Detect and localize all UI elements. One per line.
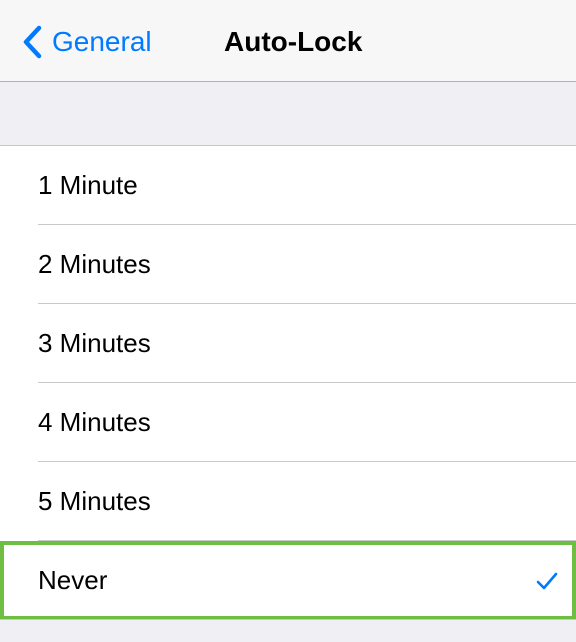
back-button-label: General [52, 26, 152, 57]
auto-lock-options-list: 1 Minute 2 Minutes 3 Minutes 4 Minutes 5… [0, 146, 576, 620]
page-title: Auto-Lock [224, 26, 363, 57]
option-label: 4 Minutes [38, 407, 151, 437]
option-label: Never [38, 565, 108, 595]
option-label: 1 Minute [38, 170, 138, 200]
option-4-minutes[interactable]: 4 Minutes [0, 383, 576, 462]
option-never[interactable]: Never [0, 541, 576, 620]
checkmark-icon [536, 572, 558, 589]
option-5-minutes[interactable]: 5 Minutes [0, 462, 576, 541]
back-button[interactable]: General [22, 22, 152, 62]
navigation-bar: General Auto-Lock [0, 0, 576, 82]
option-label: 3 Minutes [38, 328, 151, 358]
bottom-spacer [0, 620, 576, 642]
option-1-minute[interactable]: 1 Minute [0, 146, 576, 225]
section-spacer [0, 82, 576, 146]
option-label: 5 Minutes [38, 486, 151, 516]
option-3-minutes[interactable]: 3 Minutes [0, 304, 576, 383]
chevron-left-icon [23, 25, 42, 59]
option-label: 2 Minutes [38, 249, 151, 279]
option-2-minutes[interactable]: 2 Minutes [0, 225, 576, 304]
